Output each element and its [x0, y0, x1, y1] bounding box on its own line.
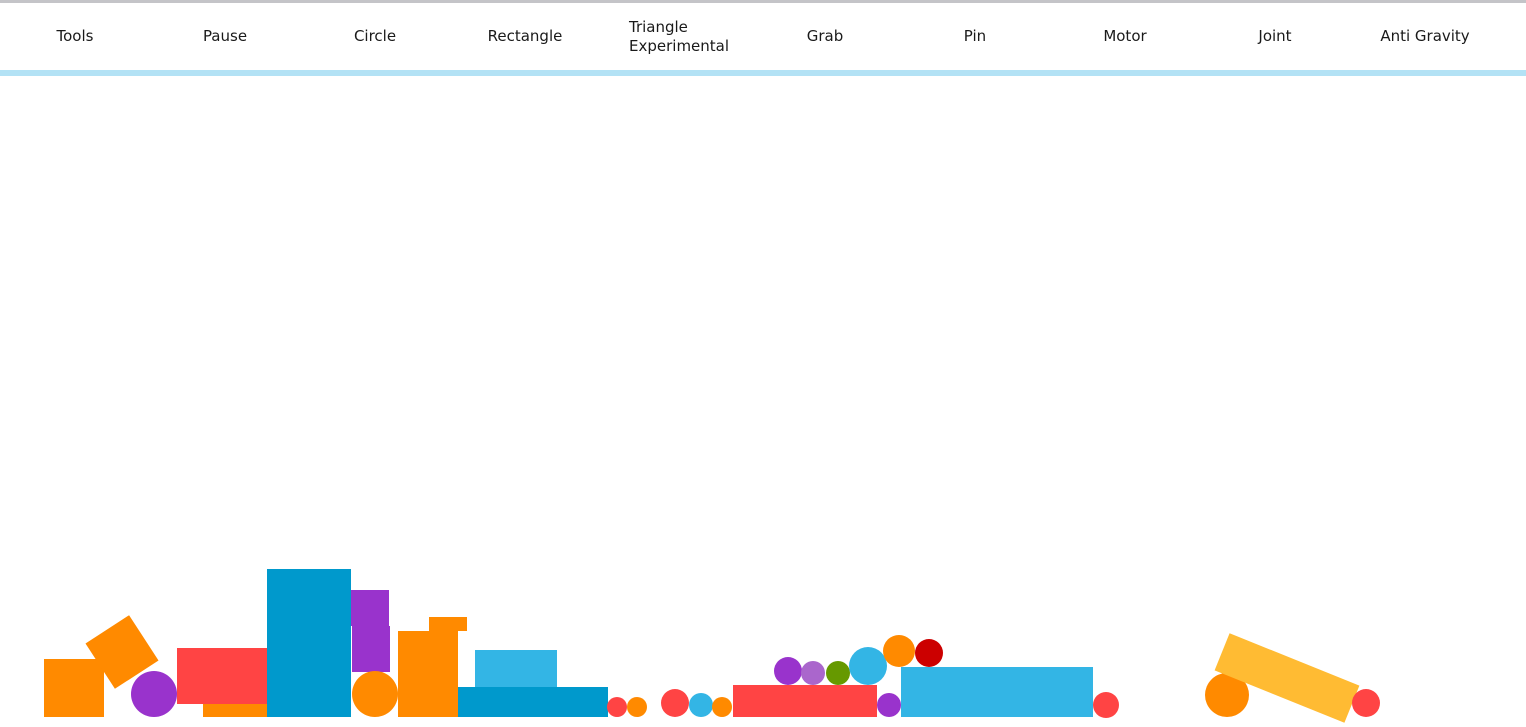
physics-body-circle[interactable] [883, 635, 915, 667]
physics-body-rect[interactable] [901, 667, 1093, 717]
physics-body-circle[interactable] [1093, 692, 1119, 718]
physics-body-rect[interactable] [44, 659, 104, 717]
rectangle-label: Rectangle [487, 27, 563, 45]
physics-body-rect[interactable] [352, 626, 390, 672]
circle-tool-button[interactable]: Circle [300, 3, 450, 70]
physics-body-rect[interactable] [458, 687, 608, 717]
triangle-label: Triangle [629, 17, 688, 36]
anti-gravity-label: Anti Gravity [1380, 27, 1470, 45]
rectangle-tool-button[interactable]: Rectangle [450, 3, 600, 70]
physics-body-circle[interactable] [915, 639, 943, 667]
physics-body-circle[interactable] [1352, 689, 1380, 717]
physics-body-circle[interactable] [877, 693, 901, 717]
physics-body-rect[interactable] [267, 569, 351, 717]
physics-body-rect[interactable] [203, 703, 267, 717]
tools-label: Tools [56, 27, 94, 45]
physics-body-circle[interactable] [607, 697, 627, 717]
tools-menu-button[interactable]: Tools [0, 3, 150, 70]
motor-label: Motor [1103, 27, 1147, 45]
pause-button[interactable]: Pause [150, 3, 300, 70]
physics-body-circle[interactable] [826, 661, 850, 685]
physics-body-circle[interactable] [849, 647, 887, 685]
physics-body-rect[interactable] [475, 650, 557, 688]
physics-body-rect[interactable] [398, 631, 458, 717]
grab-label: Grab [806, 27, 844, 45]
physics-scene[interactable] [0, 76, 1526, 727]
physics-body-circle[interactable] [661, 689, 689, 717]
physics-body-circle[interactable] [801, 661, 825, 685]
joint-tool-button[interactable]: Joint [1200, 3, 1350, 70]
toolbar: Tools Pause Circle Rectangle Triangle Ex… [0, 3, 1526, 70]
pause-label: Pause [202, 27, 248, 45]
physics-body-circle[interactable] [774, 657, 802, 685]
pin-label: Pin [963, 27, 987, 45]
physics-body-rect[interactable] [351, 590, 389, 626]
experimental-label: Experimental [629, 36, 730, 55]
physics-body-circle[interactable] [627, 697, 647, 717]
triangle-tool-button[interactable]: Triangle Experimental [629, 3, 750, 70]
motor-tool-button[interactable]: Motor [1050, 3, 1200, 70]
physics-body-rect[interactable] [177, 648, 267, 704]
physics-body-rect[interactable] [429, 617, 467, 631]
physics-body-circle[interactable] [712, 697, 732, 717]
physics-body-circle[interactable] [352, 671, 398, 717]
physics-body-rect[interactable] [733, 685, 877, 717]
grab-tool-button[interactable]: Grab [750, 3, 900, 70]
physics-body-circle[interactable] [689, 693, 713, 717]
physics-canvas[interactable] [0, 76, 1526, 727]
physics-body-circle[interactable] [131, 671, 177, 717]
circle-label: Circle [353, 27, 397, 45]
anti-gravity-tool-button[interactable]: Anti Gravity [1350, 3, 1500, 70]
pin-tool-button[interactable]: Pin [900, 3, 1050, 70]
joint-label: Joint [1258, 27, 1292, 45]
